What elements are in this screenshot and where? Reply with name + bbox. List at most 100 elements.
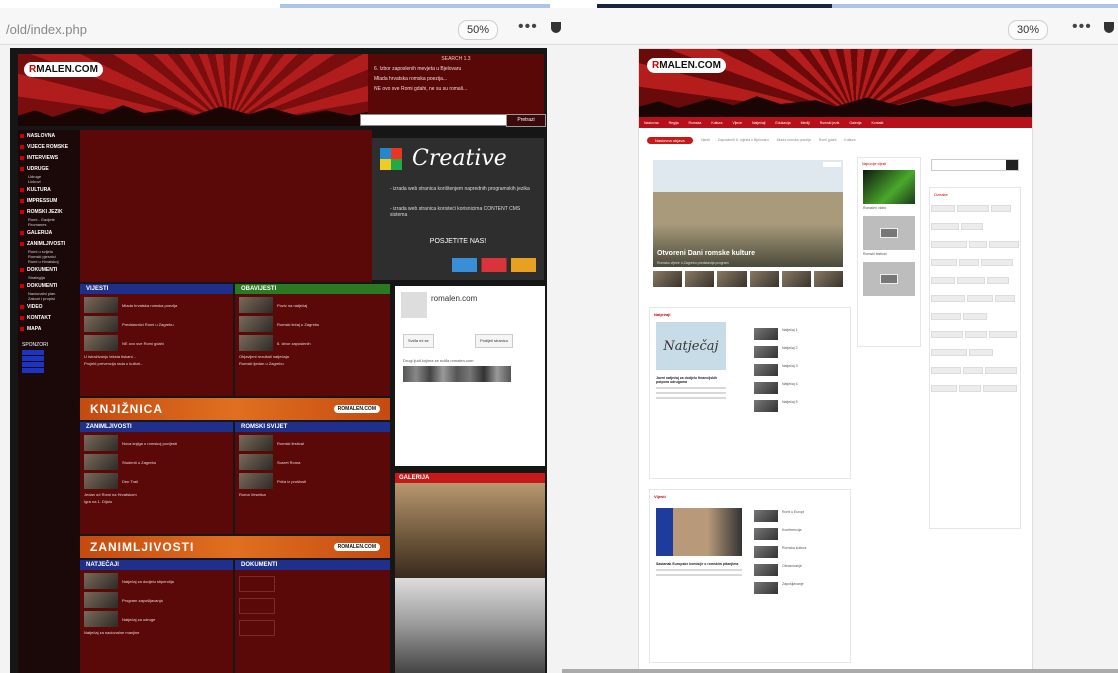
tag-chip[interactable]: [931, 331, 963, 338]
list-thumbnail[interactable]: [754, 382, 778, 394]
tag-chip[interactable]: [931, 295, 965, 302]
news-item[interactable]: Mlada hrvatska romska poezija...: [374, 76, 538, 82]
tag-chip[interactable]: [983, 385, 1017, 392]
list-thumbnail[interactable]: [754, 546, 778, 558]
news-link[interactable]: Romski tečaj u Zagrebu: [277, 322, 319, 327]
tag-chip[interactable]: [931, 241, 967, 248]
tag-chip[interactable]: [989, 331, 1017, 338]
list-link[interactable]: Natječaj 1: [782, 328, 798, 332]
news-link[interactable]: Program zapošljavanja: [122, 598, 163, 603]
old-menu-item[interactable]: ROMSKI JEZIK: [18, 206, 80, 217]
news-link[interactable]: Poziv na natječaj: [277, 303, 307, 308]
tag-chip[interactable]: [969, 349, 993, 356]
old-site-logo[interactable]: RMALEN.COM: [24, 62, 103, 77]
sponsor-banner[interactable]: [22, 356, 44, 361]
news-thumbnail[interactable]: [239, 435, 273, 451]
tag-chip[interactable]: [961, 223, 983, 230]
list-thumbnail[interactable]: [754, 328, 778, 340]
list-link[interactable]: Konferencija: [782, 528, 801, 532]
list-link[interactable]: Natječaj 5: [782, 400, 798, 404]
gallery-image[interactable]: [395, 483, 545, 578]
sidebar-item[interactable]: Romalen video: [863, 206, 915, 210]
list-link[interactable]: Romi u Europi: [782, 510, 804, 514]
nav-item[interactable]: Romska: [689, 121, 702, 125]
nav-item[interactable]: Kultura: [711, 121, 722, 125]
left-url-bar[interactable]: /old/index.php: [6, 22, 87, 37]
list-link[interactable]: Natječaj 3: [782, 364, 798, 368]
list-link[interactable]: Romska kultura: [782, 546, 806, 550]
natjecaj-caption[interactable]: Javni natječaj za dodjelu financijskih p…: [656, 376, 726, 402]
tag-chip[interactable]: [985, 367, 1017, 374]
tag-chip[interactable]: [963, 313, 987, 320]
tag-link[interactable]: Zaposlenih 6. mjesta u Bjelovaru: [718, 138, 769, 142]
fb-page-avatar[interactable]: [401, 292, 427, 318]
featured-tag[interactable]: Naslovna objava: [647, 136, 693, 144]
news-thumbnail[interactable]: [84, 473, 118, 489]
news-link[interactable]: Nova knjiga o romskoj povijesti: [122, 441, 177, 446]
sponsor-banner[interactable]: [22, 368, 44, 373]
new-site-logo[interactable]: RMALEN.COM: [647, 58, 726, 73]
creative-ad[interactable]: Creative - izrada web stranica korištenj…: [372, 138, 544, 280]
news-thumbnail[interactable]: [84, 316, 118, 332]
news-link[interactable]: Jedan od Romi na Hrvatskom: [84, 492, 229, 497]
old-menu-item[interactable]: NASLOVNA: [18, 130, 80, 141]
tag-chip[interactable]: [959, 259, 979, 266]
natjecaj-image[interactable]: Natječaj: [656, 322, 726, 370]
fb-share-button[interactable]: Podijeli stranicu: [475, 334, 514, 348]
left-zoom-indicator[interactable]: 50%: [458, 20, 499, 40]
list-thumbnail[interactable]: [754, 346, 778, 358]
old-menu-item[interactable]: IMPRESSUM: [18, 195, 80, 206]
old-menu-item[interactable]: DOKUMENTI: [18, 280, 80, 291]
tag-chip[interactable]: [981, 259, 1013, 266]
tag-chip[interactable]: [965, 331, 987, 338]
list-link[interactable]: Obrazovanje: [782, 564, 802, 568]
tag-chip[interactable]: [931, 385, 957, 392]
tag-chip[interactable]: [931, 367, 961, 374]
news-thumbnail[interactable]: [239, 297, 273, 313]
news-link[interactable]: Igra na 1. Dijalu: [84, 499, 229, 504]
tag-chip[interactable]: [931, 205, 955, 212]
news-link[interactable]: Natječaj za udruge: [122, 617, 155, 622]
old-menu-item[interactable]: UDRUGE: [18, 163, 80, 174]
right-zoom-indicator[interactable]: 30%: [1008, 20, 1049, 40]
tag-chip[interactable]: [987, 277, 1009, 284]
search-icon[interactable]: [1006, 160, 1018, 170]
old-menu-item[interactable]: KONTAKT: [18, 312, 80, 323]
tag-chip[interactable]: [957, 277, 985, 284]
strip-thumbnail[interactable]: [813, 271, 844, 287]
news-link[interactable]: Roma Veselica: [239, 492, 386, 497]
nav-item[interactable]: Naslovna: [644, 121, 659, 125]
hero-slider[interactable]: Otvoreni Dani romske kulture Romsko vije…: [653, 160, 843, 267]
tag-link[interactable]: Kultura: [844, 138, 855, 142]
old-menu-item[interactable]: MAPA: [18, 323, 80, 334]
nav-item[interactable]: Vijeće: [732, 121, 741, 125]
news-link[interactable]: Natječaj za nacionalne manjine: [84, 630, 229, 635]
tag-link[interactable]: Vijesti: [701, 138, 710, 142]
news-link[interactable]: Mlada hrvatska romska poezija: [122, 303, 177, 308]
list-thumbnail[interactable]: [754, 364, 778, 376]
news-thumbnail[interactable]: [84, 435, 118, 451]
second-caption[interactable]: Sastanak Europske komisije o romskim pit…: [656, 562, 742, 579]
tag-chip[interactable]: [957, 205, 989, 212]
strip-thumbnail[interactable]: [781, 271, 811, 287]
strip-thumbnail[interactable]: [717, 271, 747, 287]
nav-item[interactable]: Kontakt: [871, 121, 883, 125]
list-thumbnail[interactable]: [754, 400, 778, 412]
list-thumbnail[interactable]: [754, 510, 778, 522]
sponsor-banner[interactable]: [22, 350, 44, 355]
news-link[interactable]: 6. Izbor zaposlenih: [277, 341, 311, 346]
news-link[interactable]: Objavljeni rezultati natječaja: [239, 354, 386, 359]
old-menu-item[interactable]: KULTURA: [18, 184, 80, 195]
nav-item[interactable]: Mediji: [801, 121, 810, 125]
slider-arrows-icon[interactable]: [823, 162, 841, 167]
old-search-button[interactable]: Pretrazi: [506, 114, 546, 127]
news-link[interactable]: Priča iz prošlosti: [277, 479, 306, 484]
news-thumbnail[interactable]: [84, 297, 118, 313]
news-thumbnail[interactable]: [239, 454, 273, 470]
old-menu-item[interactable]: DOKUMENTI: [18, 264, 80, 275]
tag-chip[interactable]: [969, 241, 987, 248]
left-shield-icon[interactable]: [551, 22, 561, 33]
news-link[interactable]: Romski festival: [277, 441, 304, 446]
news-thumbnail[interactable]: [239, 335, 273, 351]
old-search-input[interactable]: [360, 114, 507, 126]
